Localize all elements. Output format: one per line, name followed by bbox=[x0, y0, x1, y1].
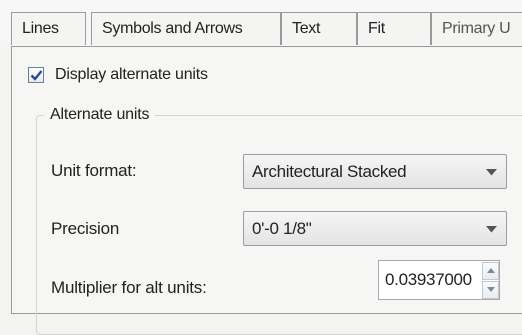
multiplier-increment-button[interactable] bbox=[482, 262, 499, 280]
tab-primary-units-label: Primary U bbox=[442, 20, 511, 37]
chevron-up-icon bbox=[487, 268, 495, 273]
tab-lines-label: Lines bbox=[22, 20, 59, 37]
precision-value: 0'-0 1/8" bbox=[252, 219, 312, 238]
tab-fit-label: Fit bbox=[368, 20, 385, 37]
checkmark-icon bbox=[30, 70, 43, 81]
multiplier-spinner[interactable]: 0.03937000 bbox=[378, 260, 500, 300]
display-alternate-units-checkbox[interactable] bbox=[28, 67, 44, 83]
unit-format-label: Unit format: bbox=[51, 161, 137, 180]
multiplier-input[interactable]: 0.03937000 bbox=[385, 261, 481, 299]
precision-label: Precision bbox=[51, 219, 120, 238]
multiplier-label: Multiplier for alt units: bbox=[51, 278, 207, 297]
tab-primary-units[interactable]: Primary U bbox=[431, 12, 522, 45]
precision-dropdown[interactable]: 0'-0 1/8" bbox=[243, 211, 507, 246]
tab-text[interactable]: Text bbox=[281, 12, 357, 45]
chevron-down-icon bbox=[486, 169, 497, 176]
tab-symbols-and-arrows[interactable]: Symbols and Arrows bbox=[91, 12, 281, 45]
tab-lines[interactable]: Lines bbox=[11, 12, 86, 45]
chevron-down-icon bbox=[486, 226, 497, 233]
alternate-units-group-title: Alternate units bbox=[44, 106, 156, 124]
unit-format-dropdown[interactable]: Architectural Stacked bbox=[243, 154, 507, 189]
chevron-down-icon bbox=[487, 287, 495, 292]
tab-fit[interactable]: Fit bbox=[357, 12, 431, 45]
tab-symbols-and-arrows-label: Symbols and Arrows bbox=[102, 20, 243, 37]
multiplier-decrement-button[interactable] bbox=[482, 281, 499, 299]
tab-strip: Lines Symbols and Arrows Text Fit Primar… bbox=[0, 0, 522, 47]
unit-format-value: Architectural Stacked bbox=[252, 162, 407, 181]
display-alternate-units-label: Display alternate units bbox=[55, 66, 208, 83]
tab-text-label: Text bbox=[292, 20, 321, 37]
